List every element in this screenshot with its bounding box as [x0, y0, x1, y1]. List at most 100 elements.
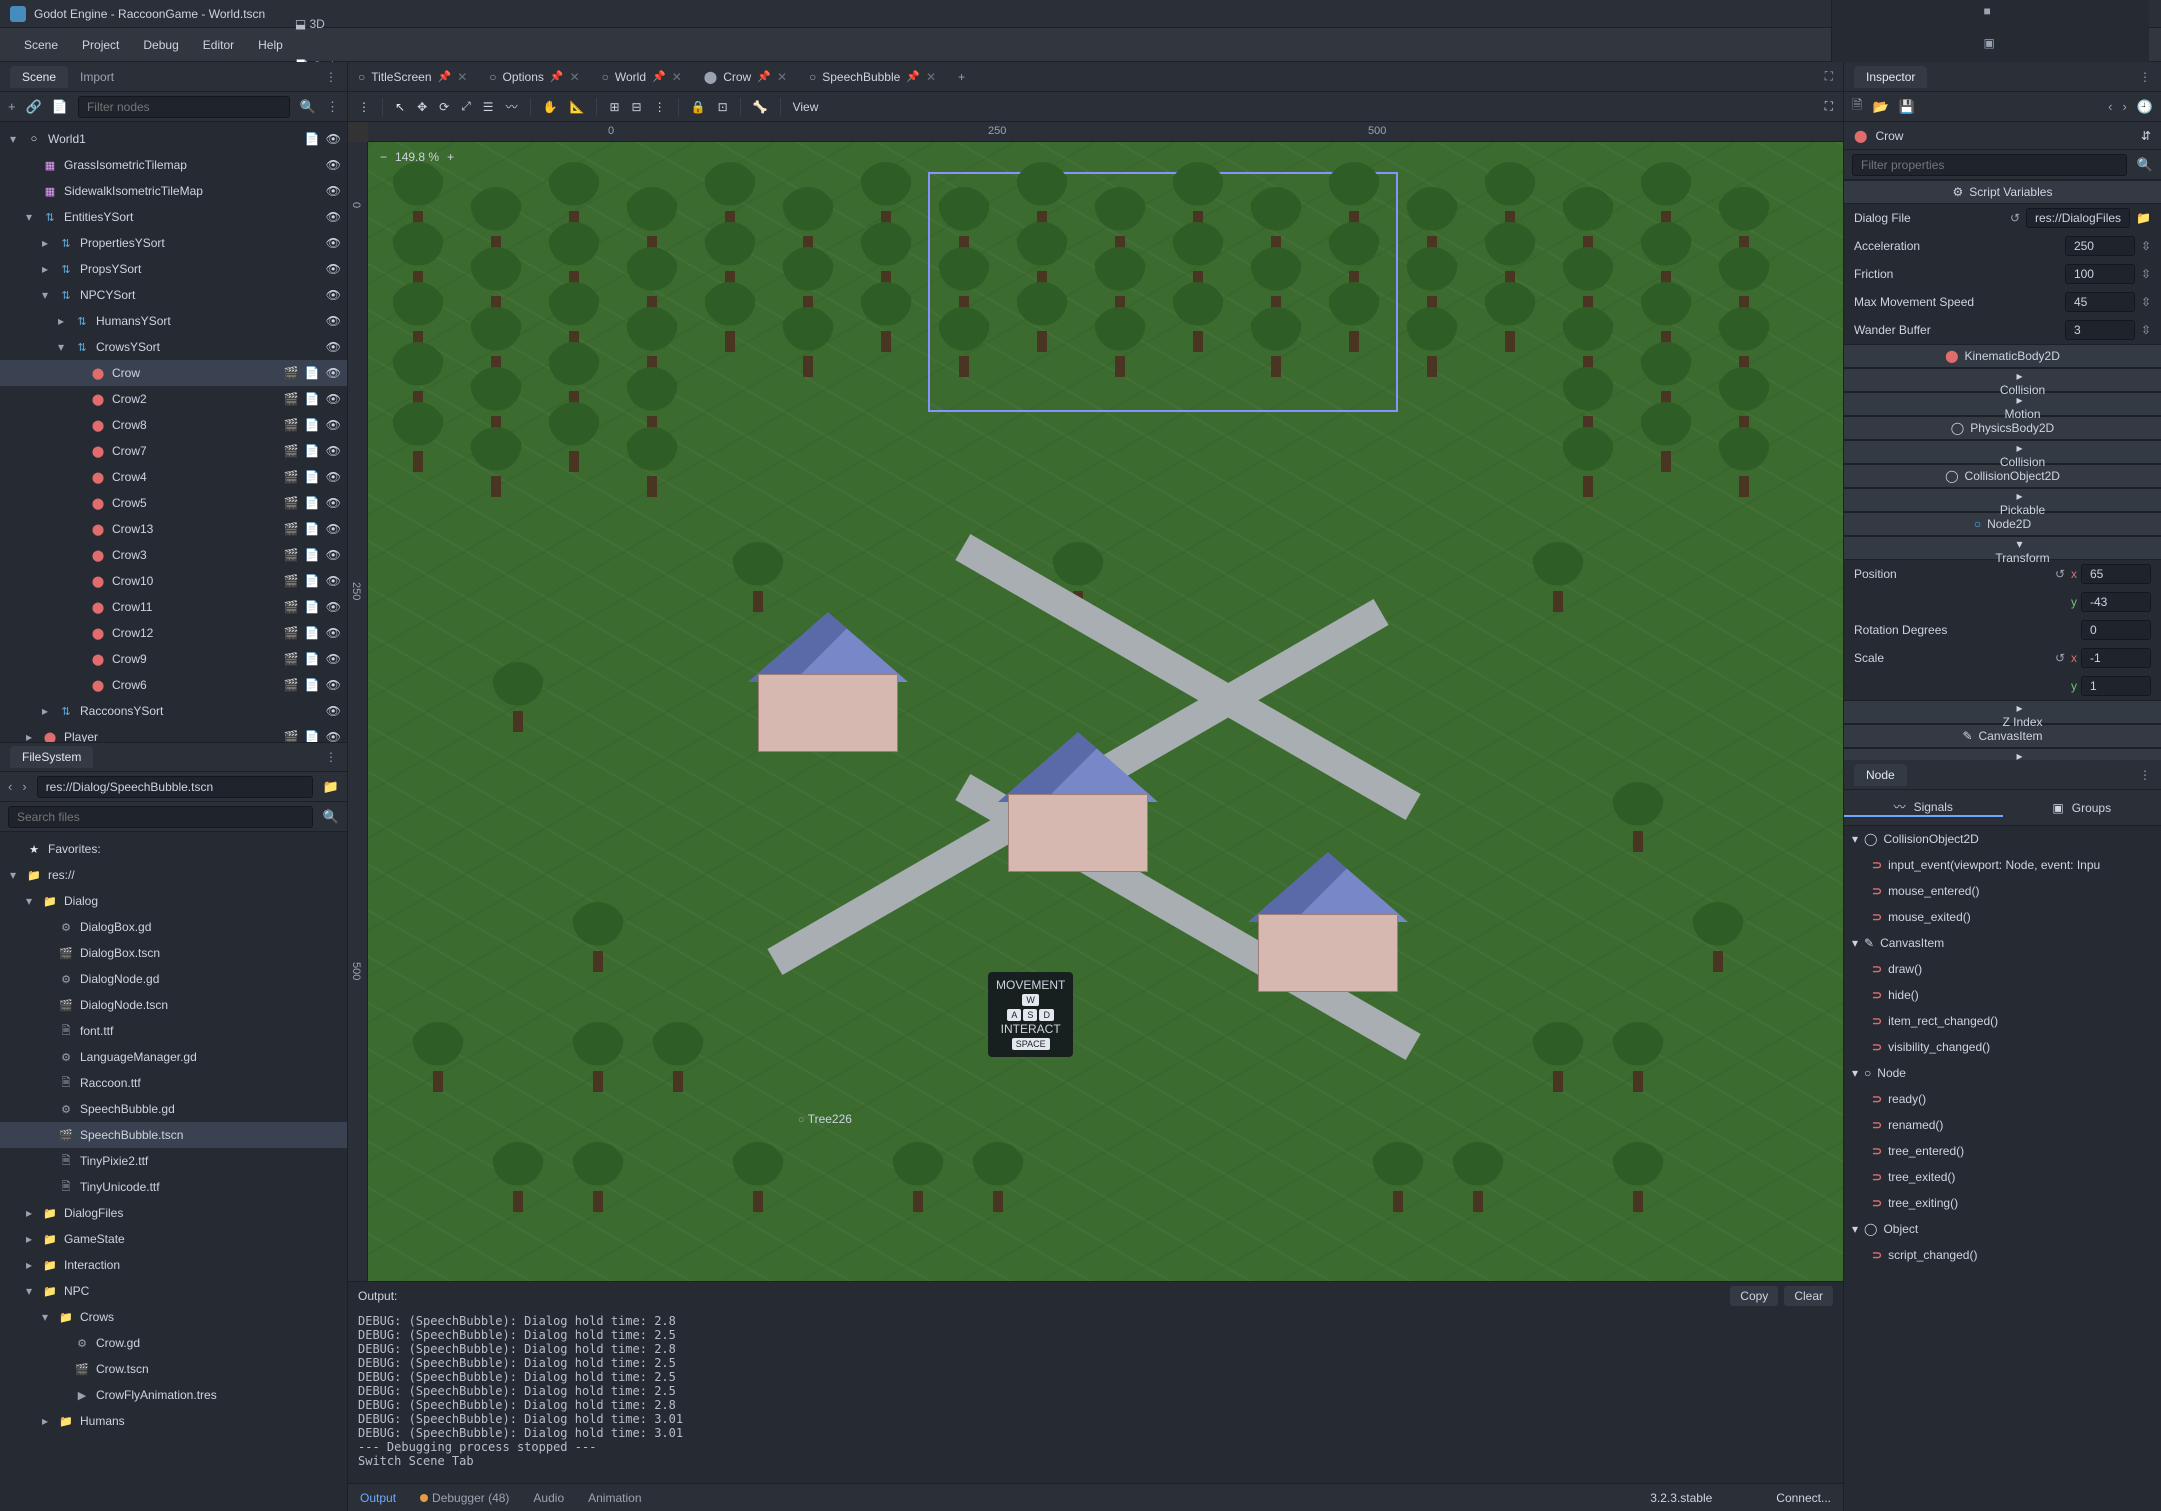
- clap-icon[interactable]: 🎬: [284, 366, 299, 380]
- eye-icon[interactable]: 👁: [326, 314, 341, 328]
- pin-icon[interactable]: 📌: [438, 70, 452, 83]
- tree-node-dialogbox-gd[interactable]: ⚙DialogBox.gd: [0, 914, 347, 940]
- add-node-icon[interactable]: +: [8, 99, 16, 114]
- clap-icon[interactable]: 🎬: [284, 548, 299, 562]
- snap-icon[interactable]: ⊞: [609, 100, 619, 114]
- menu-debug[interactable]: Debug: [131, 38, 190, 52]
- scene-tree[interactable]: ▾○World1📄👁▦GrassIsometricTilemap👁▦Sidewa…: [0, 122, 347, 742]
- scr-icon[interactable]: 📄: [305, 522, 320, 536]
- signal-tree_exited[interactable]: ⊃tree_exited(): [1844, 1164, 2161, 1190]
- tree-node-crow[interactable]: ⬤Crow🎬📄👁: [0, 360, 347, 386]
- tree-node-crowflyanimation-tres[interactable]: ▶CrowFlyAnimation.tres: [0, 1382, 347, 1408]
- search-icon[interactable]: 🔍: [300, 99, 316, 115]
- history-back-icon[interactable]: ‹: [2108, 99, 2112, 114]
- eye-icon[interactable]: 👁: [326, 652, 341, 666]
- tree-node-crow5[interactable]: ⬤Crow5🎬📄👁: [0, 490, 347, 516]
- clap-icon[interactable]: 🎬: [284, 600, 299, 614]
- groups-subtab[interactable]: ▣Groups: [2003, 801, 2161, 815]
- signals-list[interactable]: ▾◯CollisionObject2D⊃input_event(viewport…: [1844, 826, 2161, 1511]
- tree-node-crow11[interactable]: ⬤Crow11🎬📄👁: [0, 594, 347, 620]
- value-input[interactable]: 3: [2065, 320, 2135, 340]
- workspace-3d[interactable]: ⬓ 3D: [295, 17, 1831, 31]
- tree-node-crow8[interactable]: ⬤Crow8🎬📄👁: [0, 412, 347, 438]
- eye-icon[interactable]: 👁: [326, 444, 341, 458]
- tree-node-raccoon-ttf[interactable]: 🗎Raccoon.ttf: [0, 1070, 347, 1096]
- eye-icon[interactable]: 👁: [326, 678, 341, 692]
- select-tool-icon[interactable]: ↖: [395, 100, 405, 114]
- dock-menu-icon[interactable]: ⋮: [2139, 768, 2151, 782]
- tree-node-tinypixie2-ttf[interactable]: 🗎TinyPixie2.ttf: [0, 1148, 347, 1174]
- clap-icon[interactable]: 🎬: [284, 678, 299, 692]
- menu-project[interactable]: Project: [70, 38, 131, 52]
- tree-node-favorites-[interactable]: ★Favorites:: [0, 836, 347, 862]
- 2d-viewport[interactable]: 0 250 500 0 250 500 − 149.8 % + /* trees…: [348, 122, 1843, 1281]
- scr-icon[interactable]: 📄: [305, 470, 320, 484]
- bottom-tab-audio[interactable]: Audio: [533, 1491, 564, 1505]
- spinner-icon[interactable]: ⇳: [2141, 295, 2151, 309]
- scr-icon[interactable]: 📄: [305, 132, 320, 146]
- lock-icon[interactable]: 🔒: [691, 100, 706, 114]
- scr-icon[interactable]: 📄: [305, 626, 320, 640]
- tree-node-crow7[interactable]: ⬤Crow7🎬📄👁: [0, 438, 347, 464]
- scr-icon[interactable]: 📄: [305, 652, 320, 666]
- signal-item_rect_changed[interactable]: ⊃item_rect_changed(): [1844, 1008, 2161, 1034]
- bottom-tab-debugger[interactable]: Debugger (48): [420, 1491, 509, 1505]
- import-tab[interactable]: Import: [68, 66, 126, 88]
- eye-icon[interactable]: 👁: [326, 704, 341, 718]
- output-log[interactable]: DEBUG: (SpeechBubble): Dialog hold time:…: [348, 1310, 1843, 1483]
- move-tool-icon[interactable]: ✥: [417, 100, 427, 114]
- history-icon[interactable]: 🕘: [2137, 99, 2153, 115]
- tree-node-languagemanager-gd[interactable]: ⚙LanguageManager.gd: [0, 1044, 347, 1070]
- value-input[interactable]: -1: [2081, 648, 2151, 668]
- tree-node-dialogbox-tscn[interactable]: 🎬DialogBox.tscn: [0, 940, 347, 966]
- signal-class-node[interactable]: ▾○Node: [1844, 1060, 2161, 1086]
- ruler-tool-icon[interactable]: 〰: [506, 98, 518, 115]
- rotate-tool-icon[interactable]: ⟳: [439, 100, 449, 114]
- clap-icon[interactable]: 🎬: [284, 496, 299, 510]
- fullscreen-icon[interactable]: ⛶: [1825, 99, 1833, 114]
- scr-icon[interactable]: 📄: [305, 444, 320, 458]
- reset-icon[interactable]: ↺: [2055, 651, 2065, 665]
- node-tab[interactable]: Node: [1854, 764, 1907, 786]
- search-icon[interactable]: 🔍: [2137, 157, 2153, 173]
- link-icon[interactable]: 🔗: [26, 99, 42, 115]
- pin-icon[interactable]: 📌: [906, 70, 920, 83]
- tree-node-gamestate[interactable]: ▸📁GameState: [0, 1226, 347, 1252]
- tree-node-sidewalkisometrictilemap[interactable]: ▦SidewalkIsometricTileMap👁: [0, 178, 347, 204]
- tree-node-crow3[interactable]: ⬤Crow3🎬📄👁: [0, 542, 347, 568]
- scr-icon[interactable]: 📄: [305, 418, 320, 432]
- filter-properties-input[interactable]: [1852, 154, 2127, 176]
- signal-hide[interactable]: ⊃hide(): [1844, 982, 2161, 1008]
- inspector-property-list[interactable]: ⚙Script VariablesDialog File↺res://Dialo…: [1844, 180, 2161, 760]
- snap-options-icon[interactable]: ⊟: [632, 100, 642, 114]
- tree-node-humansysort[interactable]: ▸⇅HumansYSort👁: [0, 308, 347, 334]
- clap-icon[interactable]: 🎬: [284, 652, 299, 666]
- distraction-free-icon[interactable]: ⛶: [1825, 69, 1833, 84]
- eye-icon[interactable]: 👁: [326, 340, 341, 354]
- signal-tree_exiting[interactable]: ⊃tree_exiting(): [1844, 1190, 2161, 1216]
- scr-icon[interactable]: 📄: [305, 548, 320, 562]
- signal-ready[interactable]: ⊃ready(): [1844, 1086, 2161, 1112]
- path-input[interactable]: [37, 776, 313, 798]
- scr-icon[interactable]: 📄: [305, 496, 320, 510]
- tree-node-crow9[interactable]: ⬤Crow9🎬📄👁: [0, 646, 347, 672]
- pin-icon[interactable]: 📌: [550, 70, 564, 83]
- connect-label[interactable]: Connect...: [1776, 1491, 1831, 1505]
- value-input[interactable]: 1: [2081, 676, 2151, 696]
- more-icon[interactable]: ⋮: [326, 99, 339, 115]
- close-icon[interactable]: ✕: [672, 70, 682, 84]
- clap-icon[interactable]: 🎬: [284, 574, 299, 588]
- canvas[interactable]: − 149.8 % + /* trees generated below */: [368, 142, 1843, 1281]
- tree-node-crow13[interactable]: ⬤Crow13🎬📄👁: [0, 516, 347, 542]
- clap-icon[interactable]: 🎬: [284, 626, 299, 640]
- tree-node-world1[interactable]: ▾○World1📄👁: [0, 126, 347, 152]
- eye-icon[interactable]: 👁: [326, 236, 341, 250]
- expand-icon[interactable]: ⇵: [2141, 129, 2151, 143]
- dock-menu-icon[interactable]: ⋮: [325, 750, 337, 764]
- tree-node-crow2[interactable]: ⬤Crow2🎬📄👁: [0, 386, 347, 412]
- eye-icon[interactable]: 👁: [326, 184, 341, 198]
- ruler2-icon[interactable]: 📐: [570, 100, 585, 114]
- history-fwd-icon[interactable]: ›: [2122, 99, 2126, 114]
- tree-node-crow4[interactable]: ⬤Crow4🎬📄👁: [0, 464, 347, 490]
- fold-visibility[interactable]: ▸Visibility: [1844, 748, 2161, 760]
